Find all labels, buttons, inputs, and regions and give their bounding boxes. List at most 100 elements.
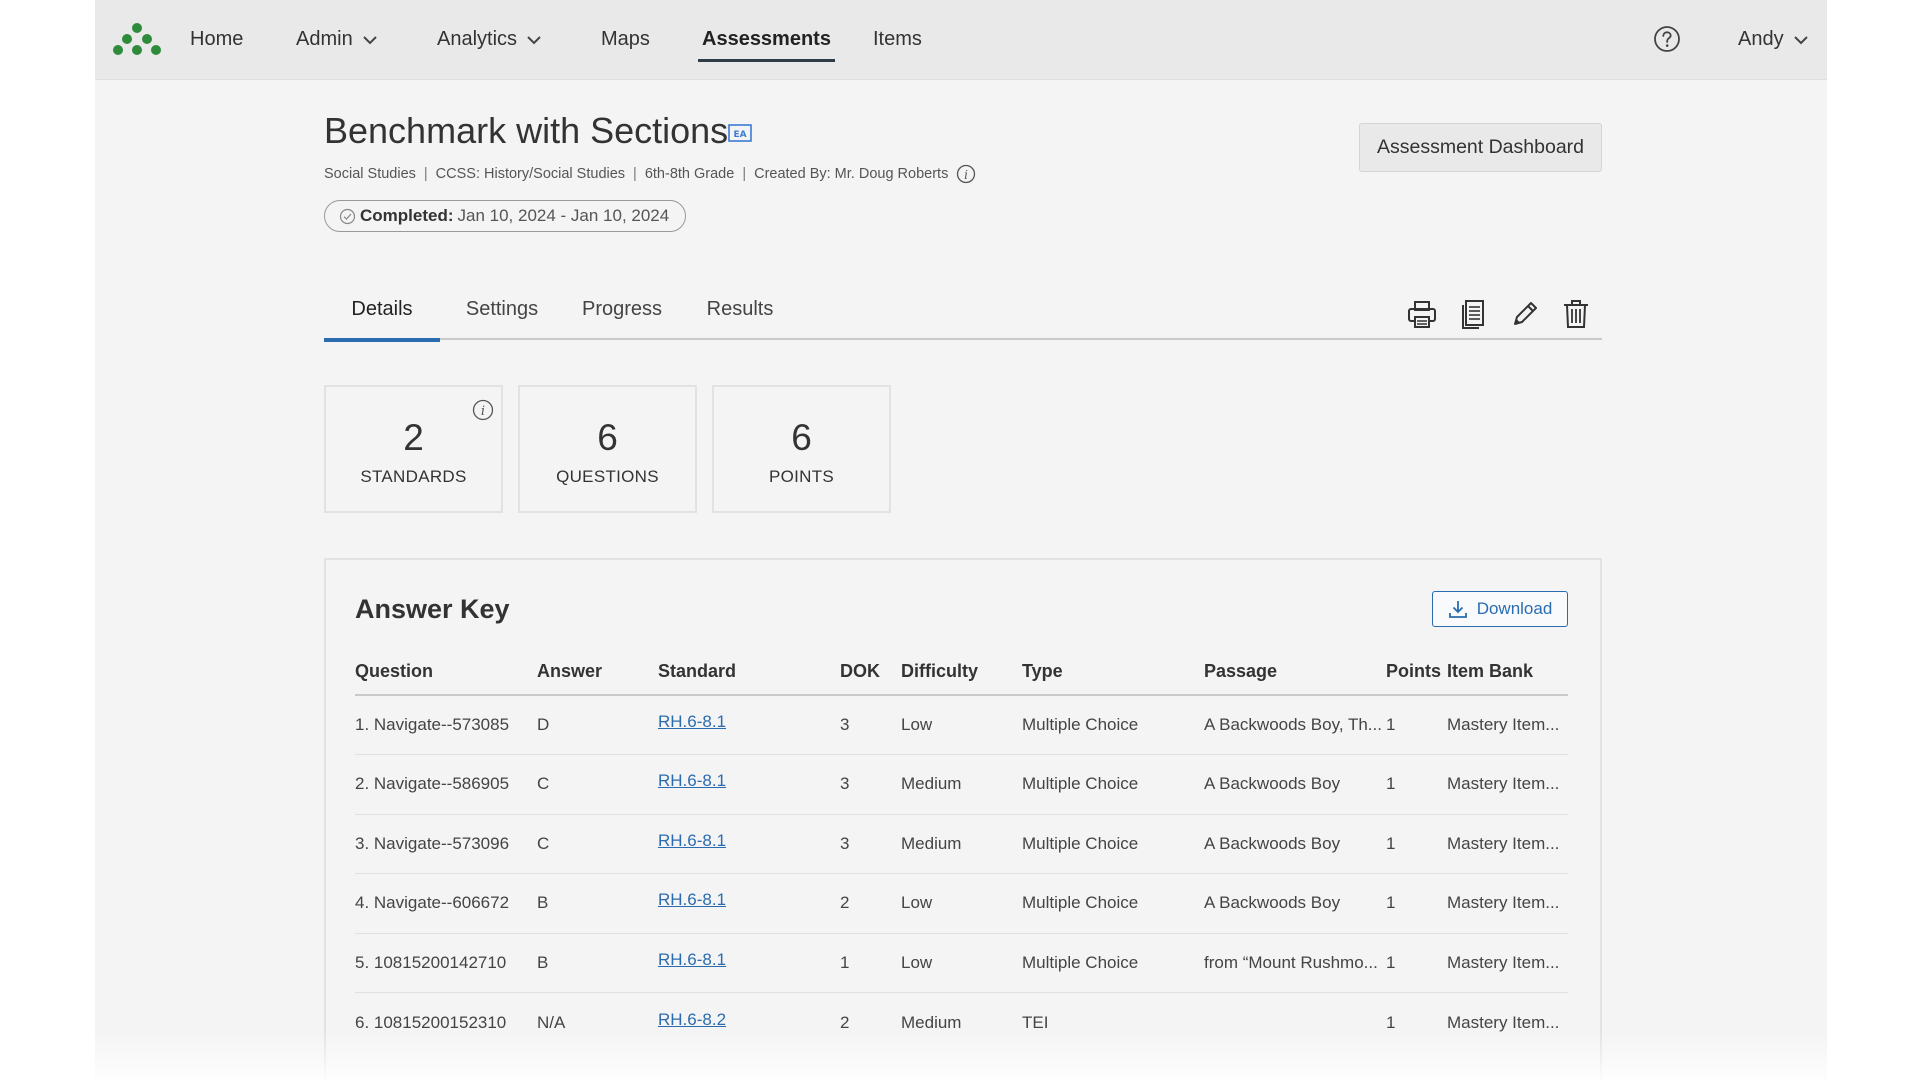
chevron-down-icon bbox=[527, 36, 541, 45]
type-cell: Multiple Choice bbox=[1022, 933, 1204, 993]
points-cell: 1 bbox=[1386, 933, 1447, 993]
passage-cell bbox=[1204, 993, 1386, 1053]
table-header-row: Question Answer Standard DOK Difficulty … bbox=[355, 648, 1568, 696]
user-menu[interactable]: Andy bbox=[1738, 0, 1808, 80]
dots-logo-icon[interactable] bbox=[113, 22, 161, 56]
points-cell: 1 bbox=[1386, 873, 1447, 934]
status-dates: Jan 10, 2024 - Jan 10, 2024 bbox=[457, 206, 670, 225]
difficulty-cell: Medium bbox=[901, 1012, 962, 1032]
tab-results[interactable]: Results bbox=[694, 288, 786, 340]
stat-card-standards: 2 STANDARDS i bbox=[324, 385, 503, 513]
column-header: Points bbox=[1386, 648, 1447, 696]
item-bank-cell: Mastery Item... bbox=[1447, 873, 1568, 934]
download-icon bbox=[1448, 601, 1467, 618]
nav-item-assessments[interactable]: Assessments bbox=[698, 0, 835, 80]
assessment-meta: Social Studies | CCSS: History/Social St… bbox=[324, 164, 976, 184]
column-header: Passage bbox=[1204, 648, 1386, 696]
meta-separator: | bbox=[742, 166, 747, 182]
download-label: Download bbox=[1476, 599, 1553, 618]
stat-label: POINTS bbox=[768, 467, 835, 486]
item-bank-cell: Mastery Item... bbox=[1447, 754, 1568, 815]
nav-item-label: Home bbox=[190, 28, 244, 50]
passage-cell: A Backwoods Boy bbox=[1204, 814, 1386, 874]
question-cell: 1. Navigate--573085 bbox=[355, 695, 537, 755]
info-icon[interactable]: i bbox=[472, 399, 494, 421]
passage-cell: A Backwoods Boy bbox=[1204, 754, 1386, 815]
table-row: 6. 10815200152310 N/A RH.6-8.2 2 Medium … bbox=[355, 993, 1568, 1053]
standard-link[interactable]: RH.6-8.1 bbox=[658, 950, 726, 969]
assessment-dashboard-button[interactable]: Assessment Dashboard bbox=[1359, 123, 1602, 172]
tab-settings[interactable]: Settings bbox=[452, 288, 552, 340]
trash-icon[interactable] bbox=[1560, 298, 1592, 330]
question-cell: 5. 10815200142710 bbox=[355, 933, 537, 993]
table-row: 4. Navigate--606672 B RH.6-8.1 2 Low Mul… bbox=[355, 873, 1568, 934]
meta-subject: Social Studies bbox=[324, 166, 416, 182]
stat-card-questions: 6 QUESTIONS bbox=[518, 385, 697, 513]
difficulty-cell: Medium bbox=[901, 754, 1022, 815]
nav-item-label: Analytics bbox=[437, 28, 518, 50]
info-icon[interactable]: i bbox=[956, 164, 976, 184]
item-bank-cell: Mastery Item... bbox=[1447, 814, 1568, 874]
nav-item-label: Maps bbox=[601, 28, 650, 50]
column-header: Answer bbox=[537, 648, 658, 696]
nav-item-label: Admin bbox=[296, 28, 353, 50]
tab-details[interactable]: Details bbox=[324, 288, 440, 342]
standard-cell: RH.6-8.2 bbox=[658, 993, 840, 1053]
answer-cell: C bbox=[537, 754, 658, 815]
status-label: Completed: bbox=[360, 206, 454, 225]
document-icon[interactable] bbox=[1457, 298, 1489, 330]
stat-value: 2 bbox=[403, 417, 424, 458]
table-row: 5. 10815200142710 B RH.6-8.1 1 Low Multi… bbox=[355, 933, 1568, 993]
meta-created-by: Created By: Mr. Doug Roberts bbox=[754, 166, 949, 182]
type-cell: Multiple Choice bbox=[1022, 814, 1204, 874]
meta-separator: | bbox=[423, 166, 428, 182]
question-circle-icon[interactable] bbox=[1653, 25, 1681, 53]
nav-item-admin[interactable]: Admin bbox=[296, 0, 377, 80]
standard-link[interactable]: RH.6-8.1 bbox=[658, 890, 726, 909]
chevron-down-icon bbox=[1793, 36, 1808, 45]
edit-pencil-icon[interactable] bbox=[1509, 298, 1541, 330]
item-bank-cell: Mastery Item... bbox=[1447, 1012, 1560, 1032]
difficulty-cell: Low bbox=[901, 873, 1022, 934]
answer-key-table: Question Answer Standard DOK Difficulty … bbox=[355, 648, 1568, 1052]
nav-item-items[interactable]: Items bbox=[873, 0, 922, 80]
standard-link[interactable]: RH.6-8.1 bbox=[658, 771, 726, 790]
nav-item-home[interactable]: Home bbox=[190, 0, 243, 80]
standard-link[interactable]: RH.6-8.2 bbox=[658, 1010, 726, 1029]
standard-link[interactable]: RH.6-8.1 bbox=[658, 712, 726, 731]
difficulty-cell: Medium bbox=[901, 814, 1022, 874]
stat-label: QUESTIONS bbox=[556, 467, 659, 486]
app-frame: Home Admin Analytics Maps Assessments It… bbox=[95, 0, 1827, 1080]
standard-cell: RH.6-8.1 bbox=[658, 873, 840, 934]
standard-cell: RH.6-8.1 bbox=[658, 814, 840, 874]
stat-card-points: 6 POINTS bbox=[712, 385, 891, 513]
column-header: Standard bbox=[658, 648, 840, 696]
status-badge: Completed: Jan 10, 2024 - Jan 10, 2024 bbox=[324, 200, 686, 232]
column-header: Question bbox=[355, 648, 537, 696]
stat-value: 6 bbox=[791, 417, 812, 458]
meta-standard-set: CCSS: History/Social Studies bbox=[435, 166, 626, 182]
stat-value: 6 bbox=[597, 417, 618, 458]
download-button[interactable]: Download bbox=[1432, 591, 1568, 627]
difficulty-cell: Low bbox=[901, 933, 1022, 993]
check-circle-icon bbox=[339, 208, 356, 224]
type-cell: Multiple Choice bbox=[1022, 695, 1204, 755]
svg-text:EA: EA bbox=[733, 130, 746, 140]
nav-item-maps[interactable]: Maps bbox=[601, 0, 650, 80]
tab-progress[interactable]: Progress bbox=[567, 288, 677, 340]
chevron-down-icon bbox=[362, 36, 377, 45]
points-cell: 1 bbox=[1386, 695, 1447, 755]
meta-grade: 6th-8th Grade bbox=[644, 166, 735, 182]
meta-separator: | bbox=[633, 166, 637, 182]
standard-link[interactable]: RH.6-8.1 bbox=[658, 831, 726, 850]
item-bank-cell: Mastery Item... bbox=[1447, 933, 1568, 993]
column-header: DOK bbox=[840, 648, 901, 696]
item-bank-cell: Mastery Item... bbox=[1447, 695, 1568, 755]
column-header: Difficulty bbox=[901, 648, 1022, 696]
table-row: 1. Navigate--573085 D RH.6-8.1 3 Low Mul… bbox=[355, 695, 1568, 755]
table-row: 3. Navigate--573096 C RH.6-8.1 3 Medium … bbox=[355, 814, 1568, 874]
nav-item-analytics[interactable]: Analytics bbox=[437, 0, 541, 80]
dok-cell: 2 bbox=[840, 873, 901, 934]
print-icon[interactable] bbox=[1406, 298, 1438, 330]
svg-text:i: i bbox=[481, 404, 485, 419]
